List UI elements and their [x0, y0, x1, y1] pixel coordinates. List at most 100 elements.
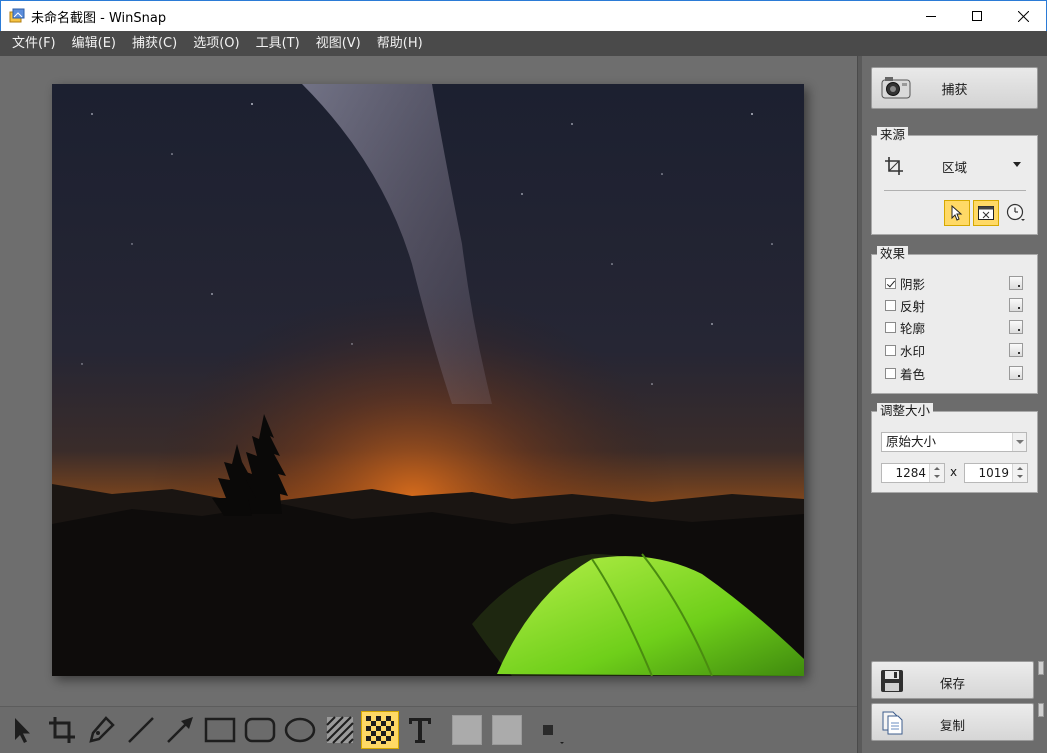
watermark-checkbox[interactable] — [885, 344, 896, 356]
hatch-icon — [326, 716, 354, 744]
ellipse-icon — [284, 717, 316, 743]
effects-group: 效果 阴影 反射 轮廓 水印 着色 — [871, 246, 1038, 394]
height-value: 1019 — [978, 466, 1009, 480]
cursor-icon — [951, 205, 963, 221]
right-panel: 捕获 来源 区域 效果 阴影 反射 轮廓 水印 着色 调整大小 原始大小 128… — [862, 56, 1047, 753]
width-input[interactable]: 1284 — [881, 463, 945, 483]
height-spinner[interactable] — [1012, 464, 1027, 482]
secondary-color-swatch[interactable] — [492, 715, 522, 745]
window-title: 未命名截图 - WinSnap — [31, 10, 167, 26]
maximize-icon — [972, 11, 982, 21]
width-spinner[interactable] — [929, 464, 944, 482]
rectangle-icon — [204, 717, 236, 743]
menu-file[interactable]: 文件(F) — [4, 31, 64, 56]
menu-view[interactable]: 视图(V) — [308, 31, 369, 56]
select-icon — [15, 718, 30, 743]
copy-options-grip[interactable] — [1038, 703, 1044, 717]
delay-timer-button[interactable] — [1003, 200, 1029, 226]
source-group: 来源 区域 — [871, 127, 1038, 235]
pen-tool-button[interactable] — [82, 711, 120, 749]
copy-button[interactable]: 复制 — [871, 703, 1034, 741]
save-options-grip[interactable] — [1038, 661, 1044, 675]
width-value: 1284 — [895, 466, 926, 480]
colorize-options-button[interactable] — [1009, 366, 1023, 380]
effect-reflection-row[interactable]: 反射 — [885, 296, 1035, 314]
chevron-down-icon — [1013, 162, 1021, 167]
ellipse-tool-button[interactable] — [281, 711, 319, 749]
window-frame-icon — [978, 206, 994, 220]
reflection-options-button[interactable] — [1009, 298, 1023, 312]
captured-image[interactable] — [52, 84, 804, 676]
source-divider — [884, 190, 1026, 191]
clock-icon — [1006, 203, 1025, 221]
effect-shadow-row[interactable]: 阴影 — [885, 274, 1035, 292]
primary-color-swatch[interactable] — [452, 715, 482, 745]
height-input[interactable]: 1019 — [964, 463, 1028, 483]
crop-tool-button[interactable] — [43, 711, 81, 749]
dimension-separator: x — [950, 465, 958, 479]
menu-capture[interactable]: 捕获(C) — [124, 31, 185, 56]
effect-outline-row[interactable]: 轮廓 — [885, 318, 1035, 336]
pen-icon — [89, 716, 115, 743]
arrow-tool-button[interactable] — [161, 711, 199, 749]
drawing-toolbar — [0, 706, 857, 753]
rounded-rectangle-tool-button[interactable] — [241, 711, 279, 749]
menu-help[interactable]: 帮助(H) — [369, 31, 431, 56]
line-width-button[interactable] — [528, 711, 566, 749]
close-icon — [1017, 10, 1029, 22]
outline-checkbox[interactable] — [885, 321, 896, 333]
effect-label: 轮廓 — [900, 320, 926, 336]
minimize-button[interactable] — [908, 1, 954, 31]
line-tool-button[interactable] — [122, 711, 160, 749]
pixelate-icon — [366, 716, 394, 744]
save-label: 保存 — [939, 676, 965, 691]
effect-colorize-row[interactable]: 着色 — [885, 364, 1035, 382]
window-frame-button[interactable] — [973, 200, 999, 226]
pixelate-tool-button[interactable] — [361, 711, 399, 749]
close-button[interactable] — [1000, 1, 1046, 31]
colorize-checkbox[interactable] — [885, 367, 896, 379]
window-controls — [908, 1, 1046, 31]
resize-group: 调整大小 原始大小 1284 x 1019 — [871, 403, 1038, 493]
resize-mode-value: 原始大小 — [886, 434, 937, 449]
hatch-tool-button[interactable] — [321, 711, 359, 749]
resize-group-title: 调整大小 — [877, 403, 934, 419]
image-canvas[interactable] — [0, 56, 857, 706]
menu-options[interactable]: 选项(O) — [185, 31, 247, 56]
watermark-options-button[interactable] — [1009, 343, 1023, 357]
menu-edit[interactable]: 编辑(E) — [64, 31, 124, 56]
rectangle-tool-button[interactable] — [201, 711, 239, 749]
include-cursor-button[interactable] — [944, 200, 970, 226]
region-crop-icon — [885, 157, 903, 175]
save-button[interactable]: 保存 — [871, 661, 1034, 699]
shadow-options-button[interactable] — [1009, 276, 1023, 290]
line-width-icon — [543, 725, 564, 744]
select-tool-button[interactable] — [3, 711, 41, 749]
line-icon — [128, 717, 154, 743]
outline-options-button[interactable] — [1009, 320, 1023, 334]
effect-watermark-row[interactable]: 水印 — [885, 341, 1035, 359]
shadow-checkbox[interactable] — [885, 277, 896, 289]
chevron-down-icon[interactable] — [1012, 433, 1026, 451]
effect-label: 着色 — [900, 366, 926, 382]
winsnap-app-icon[interactable] — [9, 8, 25, 24]
crop-icon — [49, 717, 75, 743]
source-mode-dropdown[interactable]: 区域 — [884, 154, 1024, 178]
menu-tools[interactable]: 工具(T) — [248, 31, 308, 56]
effect-label: 反射 — [900, 298, 926, 314]
effects-group-title: 效果 — [877, 246, 909, 262]
effect-label: 阴影 — [900, 276, 926, 292]
effect-label: 水印 — [900, 343, 926, 359]
source-group-title: 来源 — [877, 127, 909, 143]
arrow-icon — [167, 717, 193, 743]
title-bar: 未命名截图 - WinSnap — [0, 0, 1047, 31]
maximize-button[interactable] — [954, 1, 1000, 31]
minimize-icon — [926, 16, 936, 17]
capture-button[interactable]: 捕获 — [871, 67, 1038, 109]
text-tool-button[interactable] — [401, 711, 439, 749]
resize-mode-select[interactable]: 原始大小 — [881, 432, 1027, 452]
menu-bar: 文件(F) 编辑(E) 捕获(C) 选项(O) 工具(T) 视图(V) 帮助(H… — [0, 31, 1047, 56]
capture-label: 捕获 — [941, 82, 968, 98]
reflection-checkbox[interactable] — [885, 299, 896, 311]
copy-label: 复制 — [939, 718, 965, 733]
